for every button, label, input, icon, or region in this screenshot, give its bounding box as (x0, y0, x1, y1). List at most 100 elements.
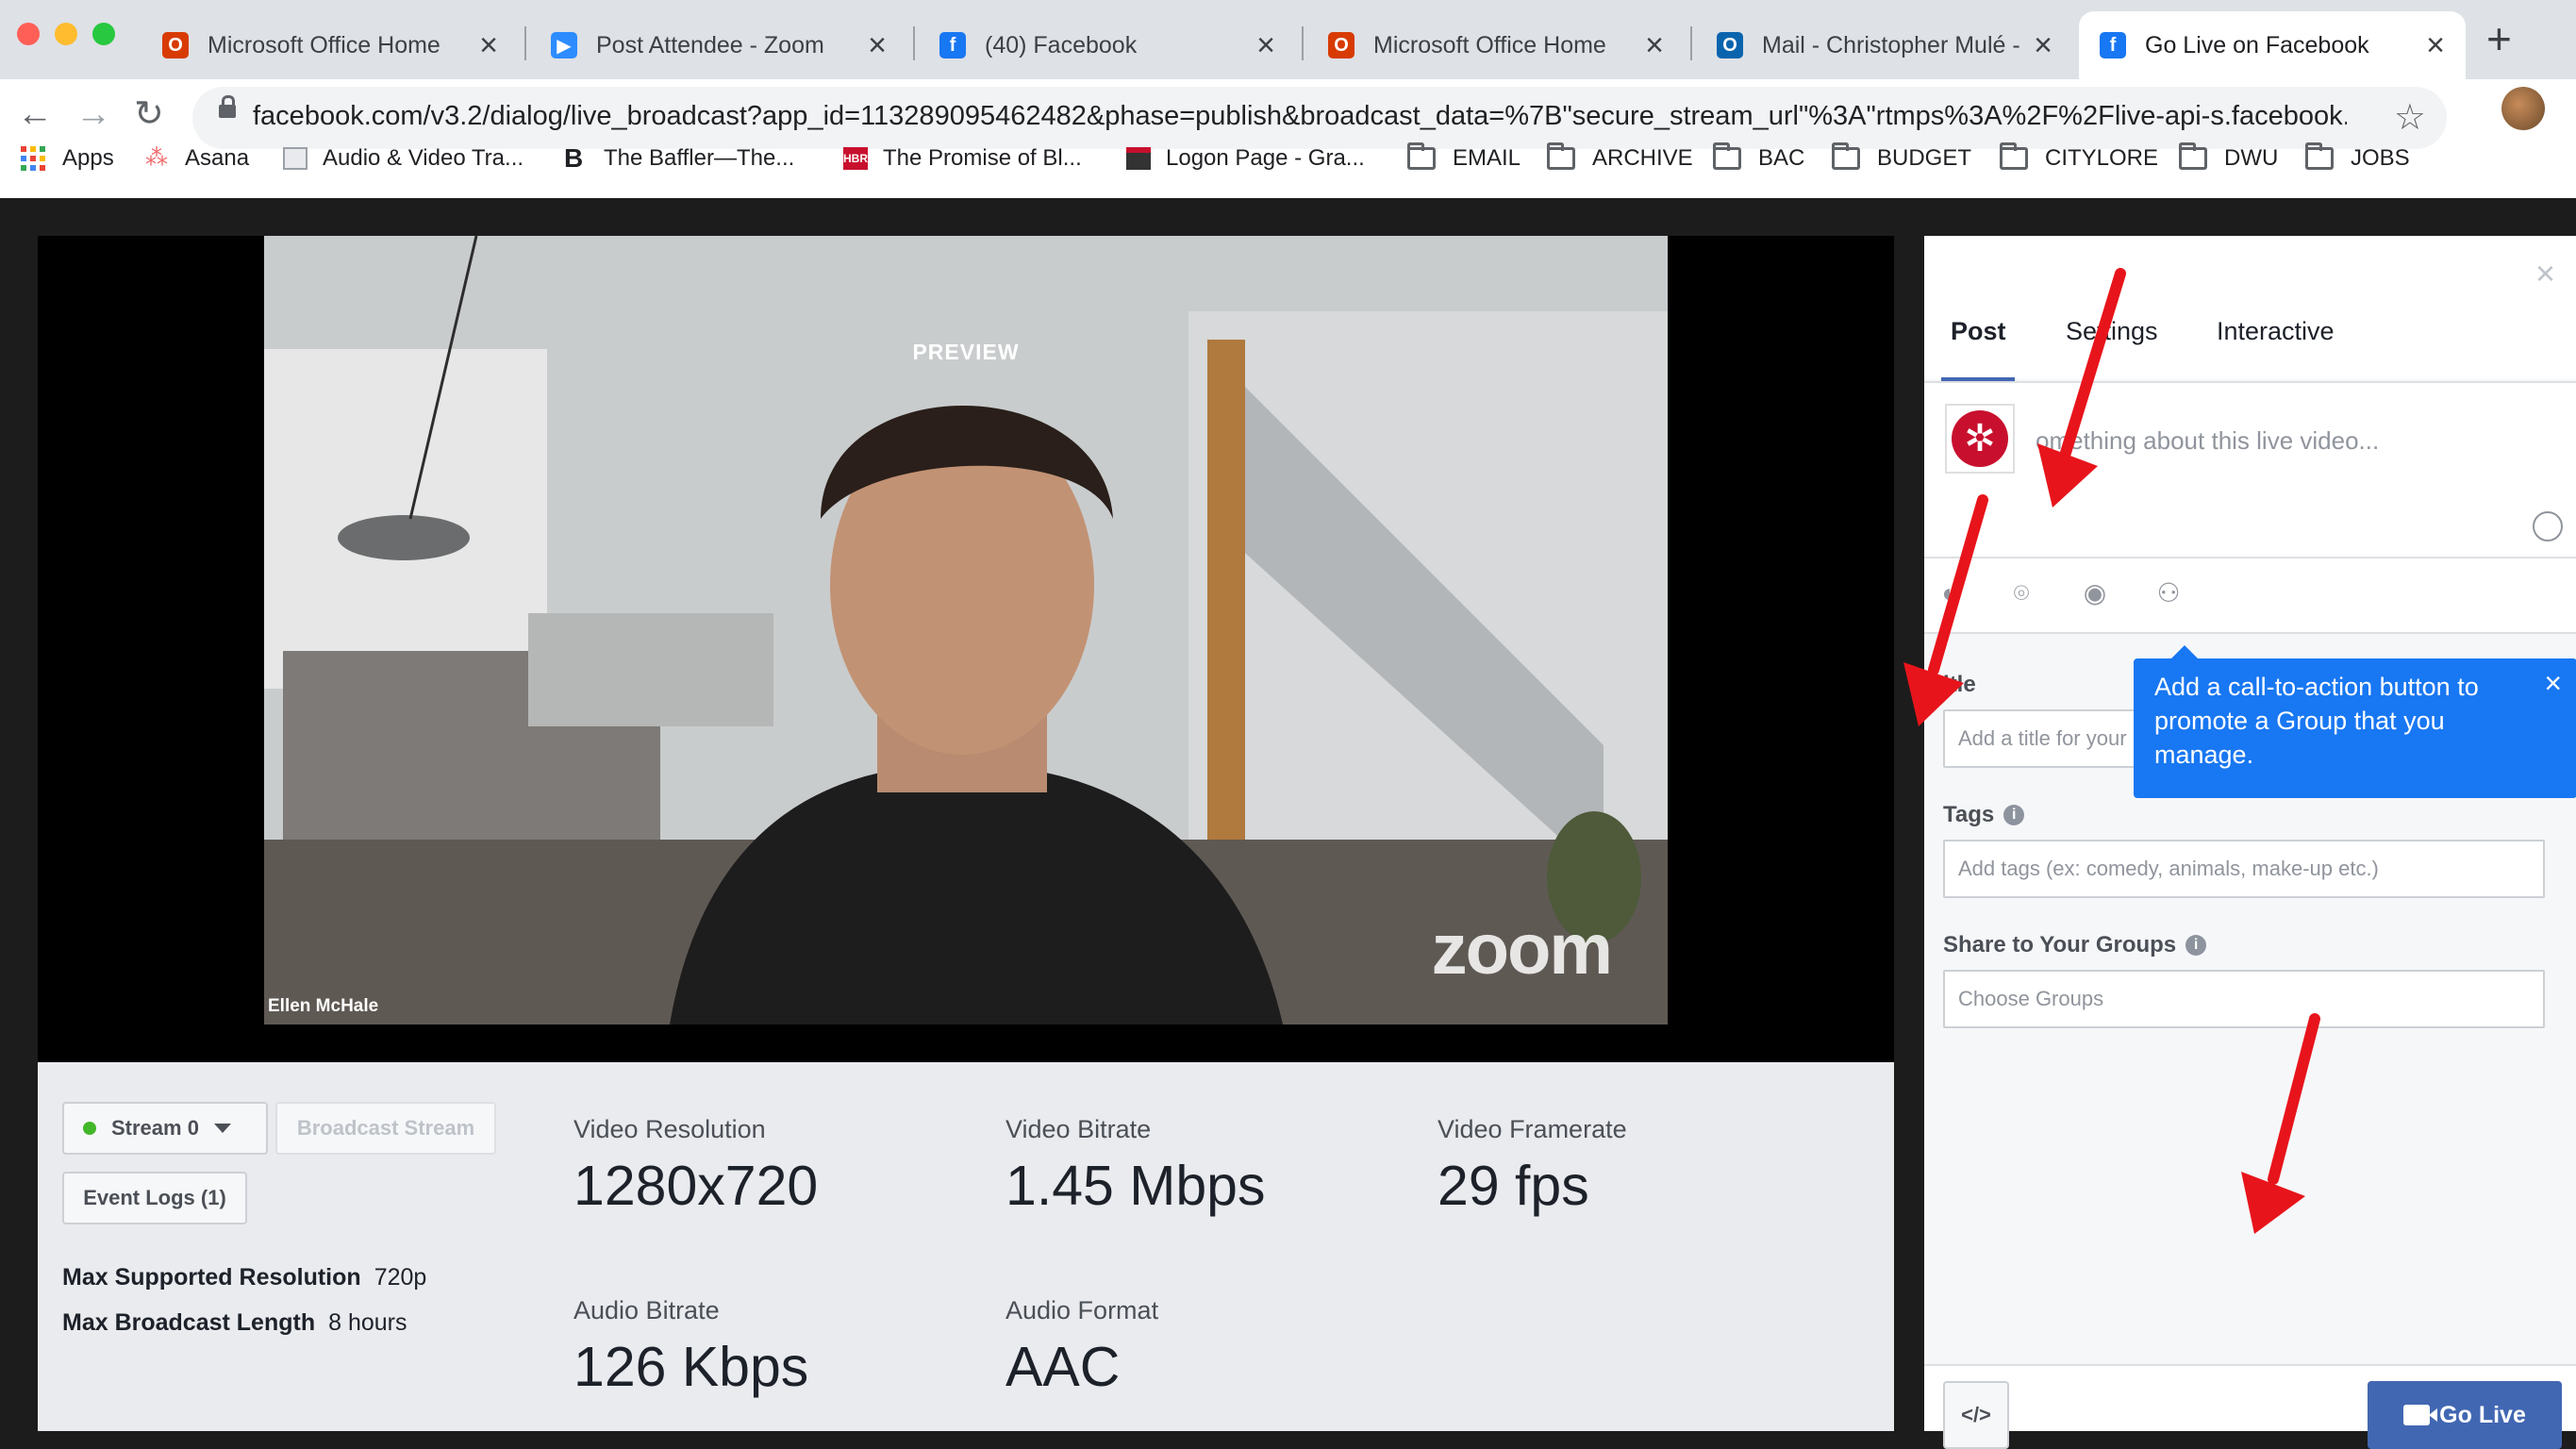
document-icon (283, 147, 307, 170)
stream-selector-dropdown[interactable]: Stream 0 (62, 1102, 268, 1155)
zoom-icon: ▶ (551, 32, 577, 58)
close-icon[interactable]: × (479, 29, 498, 61)
close-icon[interactable]: × (2426, 29, 2445, 61)
bookmark-logon[interactable]: Logon Page - Gra... (1126, 145, 1365, 172)
logon-icon (1126, 147, 1151, 170)
video-resolution-stat: Video Resolution 1280x720 (573, 1115, 819, 1217)
window-minimize-button[interactable] (55, 23, 77, 45)
emoji-icon[interactable] (2533, 511, 2563, 541)
profile-avatar[interactable] (2501, 87, 2545, 130)
tab-separator (1690, 26, 1692, 60)
share-groups-label: Share to Your Groups i (1943, 932, 2207, 958)
close-icon[interactable]: × (868, 29, 887, 61)
fundraiser-icon[interactable]: ◉ (2081, 579, 2109, 608)
tab-facebook[interactable]: f (40) Facebook × (919, 11, 1296, 79)
reload-button[interactable]: ↻ (134, 96, 164, 132)
broadcast-preview-pane: PREVIEW zoom Ellen McHale Stream 0 Broad… (38, 236, 1894, 1431)
page-logo-icon: ✲ (1952, 410, 2008, 467)
new-tab-button[interactable]: + (2486, 17, 2512, 60)
bookmark-apps[interactable]: Apps (21, 145, 114, 172)
close-icon[interactable]: × (2535, 257, 2555, 291)
close-icon[interactable]: × (2034, 29, 2052, 61)
bookmark-folder-bac[interactable]: BAC (1713, 142, 1804, 172)
bookmark-folder-budget[interactable]: BUDGET (1832, 142, 1971, 172)
audio-bitrate-stat: Audio Bitrate 126 Kbps (573, 1296, 809, 1398)
broadcast-stream-button[interactable]: Broadcast Stream (275, 1102, 496, 1155)
panel-header: × Post Settings Interactive (1924, 236, 2576, 381)
embed-code-button[interactable]: </> (1943, 1381, 2009, 1449)
panel-footer: </> Go Live (1924, 1364, 2576, 1449)
folder-icon (2179, 142, 2207, 170)
location-pin-icon[interactable]: ⌾ (2007, 579, 2036, 608)
feeling-icon[interactable]: ◐ (1936, 579, 1964, 608)
group-people-icon[interactable]: ⚇ (2154, 579, 2183, 608)
folder-icon (2305, 142, 2334, 170)
title-label: itle (1943, 672, 1976, 697)
baffler-icon: B (564, 143, 584, 173)
page-avatar: ✲ (1945, 404, 2015, 474)
tags-label: Tags i (1943, 802, 2025, 828)
bookmark-folder-dwu[interactable]: DWU (2179, 142, 2278, 172)
tab-office-home-2[interactable]: O Microsoft Office Home × (1307, 11, 1685, 79)
folder-icon (2000, 142, 2028, 170)
window-maximize-button[interactable] (92, 23, 115, 45)
close-icon[interactable]: × (1256, 29, 1275, 61)
bookmark-folder-archive[interactable]: ARCHIVE (1547, 142, 1693, 172)
tab-zoom-attendee[interactable]: ▶ Post Attendee - Zoom × (530, 11, 907, 79)
facebook-icon: f (939, 32, 966, 58)
tab-separator (913, 26, 915, 60)
tab-separator (1302, 26, 1304, 60)
bookmark-hbr[interactable]: HBR The Promise of Bl... (843, 145, 1082, 172)
info-icon[interactable]: i (2185, 935, 2207, 956)
tab-mail[interactable]: O Mail - Christopher Mulé - ( × (1696, 11, 2073, 79)
post-composer[interactable]: ✲ omething about this live video... (1924, 381, 2576, 558)
chevron-down-icon (213, 1124, 231, 1133)
bookmark-folder-jobs[interactable]: JOBS (2305, 142, 2410, 172)
tab-go-live-facebook[interactable]: f Go Live on Facebook × (2079, 11, 2466, 79)
video-framerate-stat: Video Framerate 29 fps (1438, 1115, 1627, 1217)
tab-office-home-1[interactable]: O Microsoft Office Home × (141, 11, 519, 79)
zoom-watermark: zoom (1431, 909, 1613, 990)
bookmark-asana[interactable]: ⁂ Asana (145, 145, 249, 172)
event-logs-button[interactable]: Event Logs (1) (62, 1172, 247, 1224)
tab-interactive[interactable]: Interactive (2217, 317, 2335, 346)
lock-icon (219, 95, 236, 118)
video-bitrate-stat: Video Bitrate 1.45 Mbps (1005, 1115, 1266, 1217)
video-camera-icon (2403, 1405, 2438, 1425)
go-live-button[interactable]: Go Live (2368, 1381, 2562, 1449)
close-icon[interactable]: × (1645, 29, 1664, 61)
address-bar[interactable]: facebook.com/v3.2/dialog/live_broadcast?… (192, 87, 2447, 149)
browser-tab-strip: O Microsoft Office Home × ▶ Post Attende… (0, 0, 2576, 79)
close-icon[interactable]: × (2544, 668, 2562, 698)
tab-post[interactable]: Post (1951, 317, 2006, 346)
outlook-icon: O (1717, 32, 1743, 58)
bookmark-star-icon[interactable]: ☆ (2394, 96, 2426, 139)
window-close-button[interactable] (17, 23, 40, 45)
folder-icon (1713, 142, 1741, 170)
back-button[interactable]: ← (17, 96, 53, 132)
choose-groups-input[interactable]: Choose Groups (1943, 970, 2545, 1028)
live-status-dot (83, 1122, 96, 1135)
url-text: facebook.com/v3.2/dialog/live_broadcast?… (253, 101, 2347, 131)
live-broadcast-page: PREVIEW zoom Ellen McHale Stream 0 Broad… (0, 198, 2576, 1449)
asana-icon: ⁂ (145, 145, 168, 171)
tags-input[interactable]: Add tags (ex: comedy, animals, make-up e… (1943, 840, 2545, 898)
info-icon[interactable]: i (2003, 805, 2025, 825)
office-icon: O (1328, 32, 1354, 58)
tab-settings[interactable]: Settings (2066, 317, 2158, 346)
tab-separator (524, 26, 526, 60)
post-description-input[interactable]: omething about this live video... (2036, 426, 2379, 456)
participant-name: Ellen McHale (268, 996, 379, 1016)
bookmark-folder-citylore[interactable]: CITYLORE (2000, 142, 2158, 172)
stream-stats-panel: Stream 0 Broadcast Stream Event Logs (1)… (38, 1062, 1894, 1431)
bookmark-folder-email[interactable]: EMAIL (1407, 142, 1521, 172)
forward-button[interactable]: → (75, 96, 111, 132)
bookmark-baffler[interactable]: B The Baffler—The... (564, 145, 794, 172)
folder-icon (1547, 142, 1575, 170)
facebook-icon: f (2100, 32, 2126, 58)
office-icon: O (162, 32, 189, 58)
bookmarks-bar: Apps ⁂ Asana Audio & Video Tra... B The … (0, 142, 2576, 179)
hbr-icon: HBR (843, 147, 868, 170)
bookmark-audio-video[interactable]: Audio & Video Tra... (283, 145, 524, 172)
call-to-action-tooltip: Add a call-to-action button to promote a… (2134, 645, 2576, 798)
